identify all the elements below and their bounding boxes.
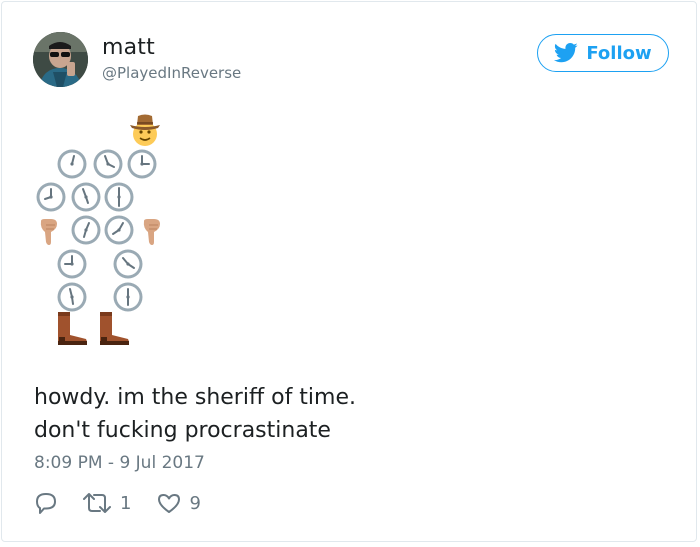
clock-face-icon <box>36 182 66 212</box>
follow-button-label: Follow <box>586 42 652 64</box>
cowboy-boot-icon <box>58 312 87 345</box>
handle[interactable]: @PlayedInReverse <box>102 64 241 82</box>
heart-icon <box>158 494 181 513</box>
retweet-icon <box>83 493 111 513</box>
pointing-down-hand-icon <box>40 218 58 246</box>
retweet-button[interactable]: 1 <box>80 489 131 517</box>
clock-face-icon <box>113 249 143 279</box>
clock-face-icon <box>71 215 101 245</box>
tweet-card: matt @PlayedInReverse Follow howdy. im t… <box>1 1 697 542</box>
reply-icon <box>36 493 56 514</box>
tweet-actions: 1 9 <box>32 488 201 518</box>
display-name[interactable]: matt <box>102 35 155 60</box>
clock-face-icon <box>93 149 123 179</box>
like-count: 9 <box>189 492 201 514</box>
follow-button[interactable]: Follow <box>537 34 669 72</box>
reply-button[interactable] <box>32 489 60 517</box>
tweet-text-line: don't fucking procrastinate <box>34 418 331 443</box>
clock-face-icon <box>104 182 134 212</box>
clock-face-icon <box>71 182 101 212</box>
clock-face-icon <box>57 282 87 312</box>
cowboy-boot-icon <box>100 312 129 345</box>
clock-face-icon <box>57 149 87 179</box>
clock-face-icon <box>113 282 143 312</box>
avatar[interactable] <box>33 32 88 87</box>
tweet-text-line: howdy. im the sheriff of time. <box>34 385 357 410</box>
clock-face-icon <box>127 149 157 179</box>
bird-icon <box>554 43 578 63</box>
timestamp-link[interactable]: 8:09 PM - 9 Jul 2017 <box>34 453 205 473</box>
retweet-count: 1 <box>120 492 132 514</box>
avatar-image <box>33 32 88 87</box>
cowboy-face-icon <box>130 114 160 146</box>
clock-face-icon <box>57 249 87 279</box>
tweet-text: howdy. im the sheriff of time. don't fuc… <box>34 381 356 447</box>
like-button[interactable]: 9 <box>155 489 201 517</box>
pointing-down-hand-icon <box>143 218 161 246</box>
clock-face-icon <box>104 215 134 245</box>
